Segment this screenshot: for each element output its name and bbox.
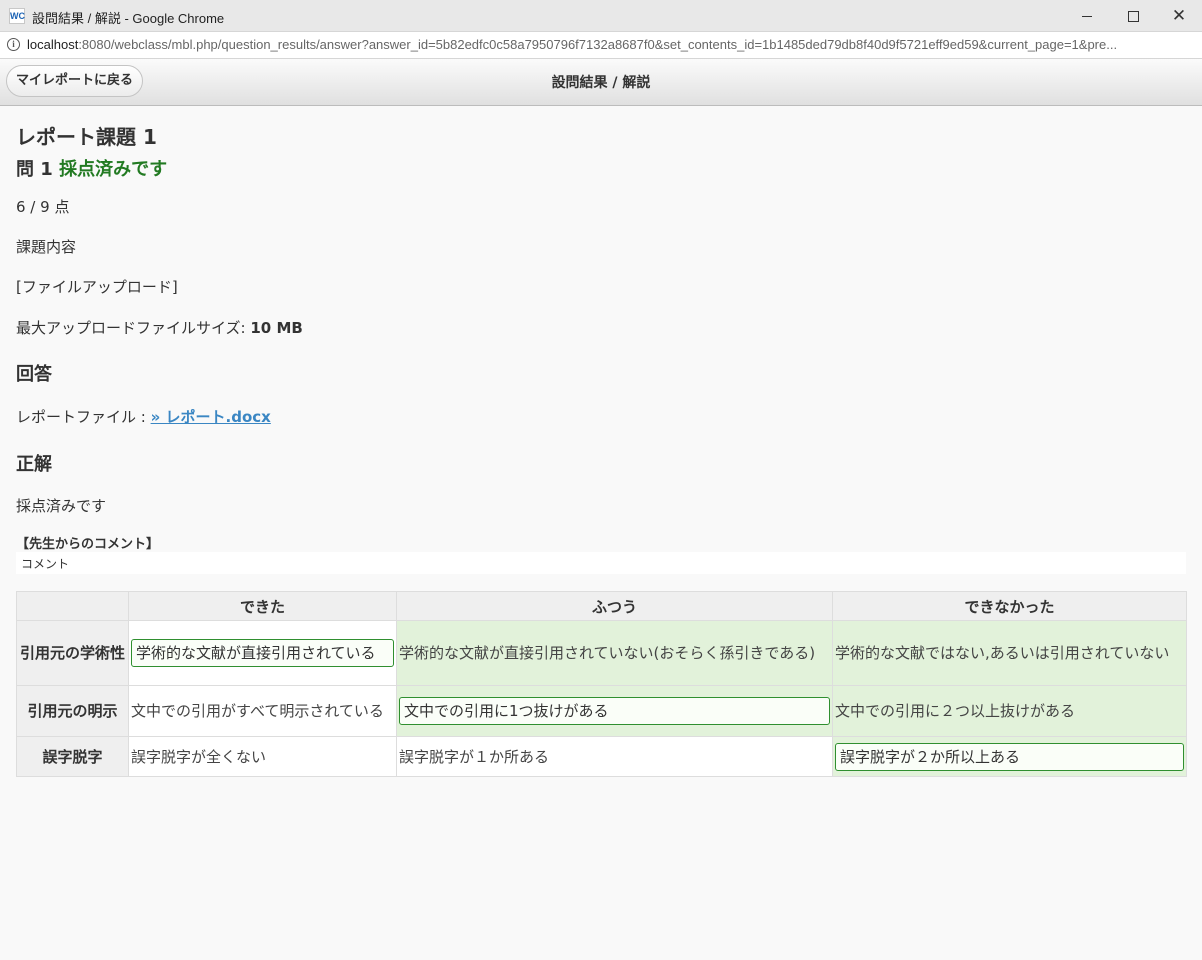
report-file-label: レポートファイル :: [16, 408, 151, 426]
teacher-comment-label: 【先生からのコメント】: [16, 537, 160, 552]
maximize-button[interactable]: [1110, 0, 1156, 32]
url-text[interactable]: localhost:8080/webclass/mbl.php/question…: [27, 37, 1195, 52]
rubric-cell: 学術的な文献ではない,あるいは引用されていない: [832, 620, 1187, 686]
rubric-cell: 文中での引用に1つ抜けがある: [396, 685, 833, 737]
app-header: マイレポートに戻る 設問結果 / 解説: [0, 59, 1202, 106]
rubric-table: できた ふつう できなかった 引用元の学術性 学術的な文献が直接引用されている …: [16, 591, 1187, 777]
rubric-selected-level: 文中での引用に1つ抜けがある: [399, 697, 830, 725]
question-label: 問 1: [16, 159, 53, 180]
teacher-comment-box: コメント: [16, 552, 1186, 574]
rubric-selected-level: 学術的な文献が直接引用されている: [131, 639, 394, 667]
assignment-title: レポート課題 1: [16, 125, 157, 149]
webclass-app-icon: WC: [9, 8, 25, 24]
rubric-header-row: できた ふつう できなかった: [16, 591, 1187, 621]
rubric-cell: 文中での引用がすべて明示されている: [128, 685, 397, 737]
question-heading: 問 1 採点済みです: [16, 155, 167, 181]
rubric-cell: 文中での引用に２つ以上抜けがある: [832, 685, 1187, 737]
minimize-button[interactable]: [1064, 0, 1110, 32]
rubric-cell: 誤字脱字が２か所以上ある: [832, 736, 1187, 777]
window-titlebar: WC 設問結果 / 解説 - Google Chrome ✕: [0, 0, 1202, 32]
rubric-criterion: 引用元の明示: [16, 685, 129, 737]
info-icon[interactable]: i: [7, 38, 20, 51]
task-content-label: 課題内容: [16, 238, 77, 256]
rubric-row: 引用元の明示 文中での引用がすべて明示されている 文中での引用に1つ抜けがある …: [16, 685, 1187, 737]
report-file-line: レポートファイル : » レポート.docx: [16, 406, 271, 427]
rubric-criterion: 引用元の学術性: [16, 620, 129, 686]
correct-answer-heading: 正解: [16, 454, 52, 475]
max-size-label: 最大アップロードファイルサイズ:: [16, 319, 251, 337]
graded-status: 採点済みです: [59, 159, 168, 180]
rubric-cell: 誤字脱字が全くない: [128, 736, 397, 777]
rubric-corner-cell: [16, 591, 129, 621]
rubric-column-header: できた: [128, 591, 397, 621]
rubric-criterion: 誤字脱字: [16, 736, 129, 777]
rubric-selected-level: 誤字脱字が２か所以上ある: [835, 742, 1184, 771]
max-size-value: 10 MB: [250, 319, 303, 337]
close-icon: ✕: [1171, 5, 1187, 26]
url-host: localhost: [27, 37, 79, 52]
answer-heading: 回答: [16, 364, 52, 385]
window-title: 設問結果 / 解説 - Google Chrome: [32, 11, 225, 26]
score-text: 6 / 9 点: [16, 198, 70, 216]
rubric-cell: 誤字脱字が１か所ある: [396, 736, 833, 777]
max-upload-size: 最大アップロードファイルサイズ: 10 MB: [16, 317, 303, 338]
rubric-column-header: ふつう: [396, 591, 833, 621]
maximize-icon: [1127, 10, 1139, 22]
url-path: :8080/webclass/mbl.php/question_results/…: [78, 37, 1118, 52]
minimize-icon: [1082, 15, 1092, 17]
rubric-cell: 学術的な文献が直接引用されている: [128, 620, 397, 686]
address-bar[interactable]: i localhost:8080/webclass/mbl.php/questi…: [0, 32, 1202, 59]
rubric-row: 誤字脱字 誤字脱字が全くない 誤字脱字が１か所ある 誤字脱字が２か所以上ある: [16, 736, 1187, 777]
rubric-cell: 学術的な文献が直接引用されていない(おそらく孫引きである): [396, 620, 833, 686]
upload-type-label: [ファイルアップロード]: [16, 278, 178, 296]
rubric-row: 引用元の学術性 学術的な文献が直接引用されている 学術的な文献が直接引用されてい…: [16, 620, 1187, 686]
report-file-link[interactable]: » レポート.docx: [151, 408, 271, 426]
correct-answer-text: 採点済みです: [16, 497, 107, 515]
page-title: 設問結果 / 解説: [551, 75, 651, 91]
close-button[interactable]: ✕: [1156, 0, 1202, 32]
rubric-column-header: できなかった: [832, 591, 1187, 621]
